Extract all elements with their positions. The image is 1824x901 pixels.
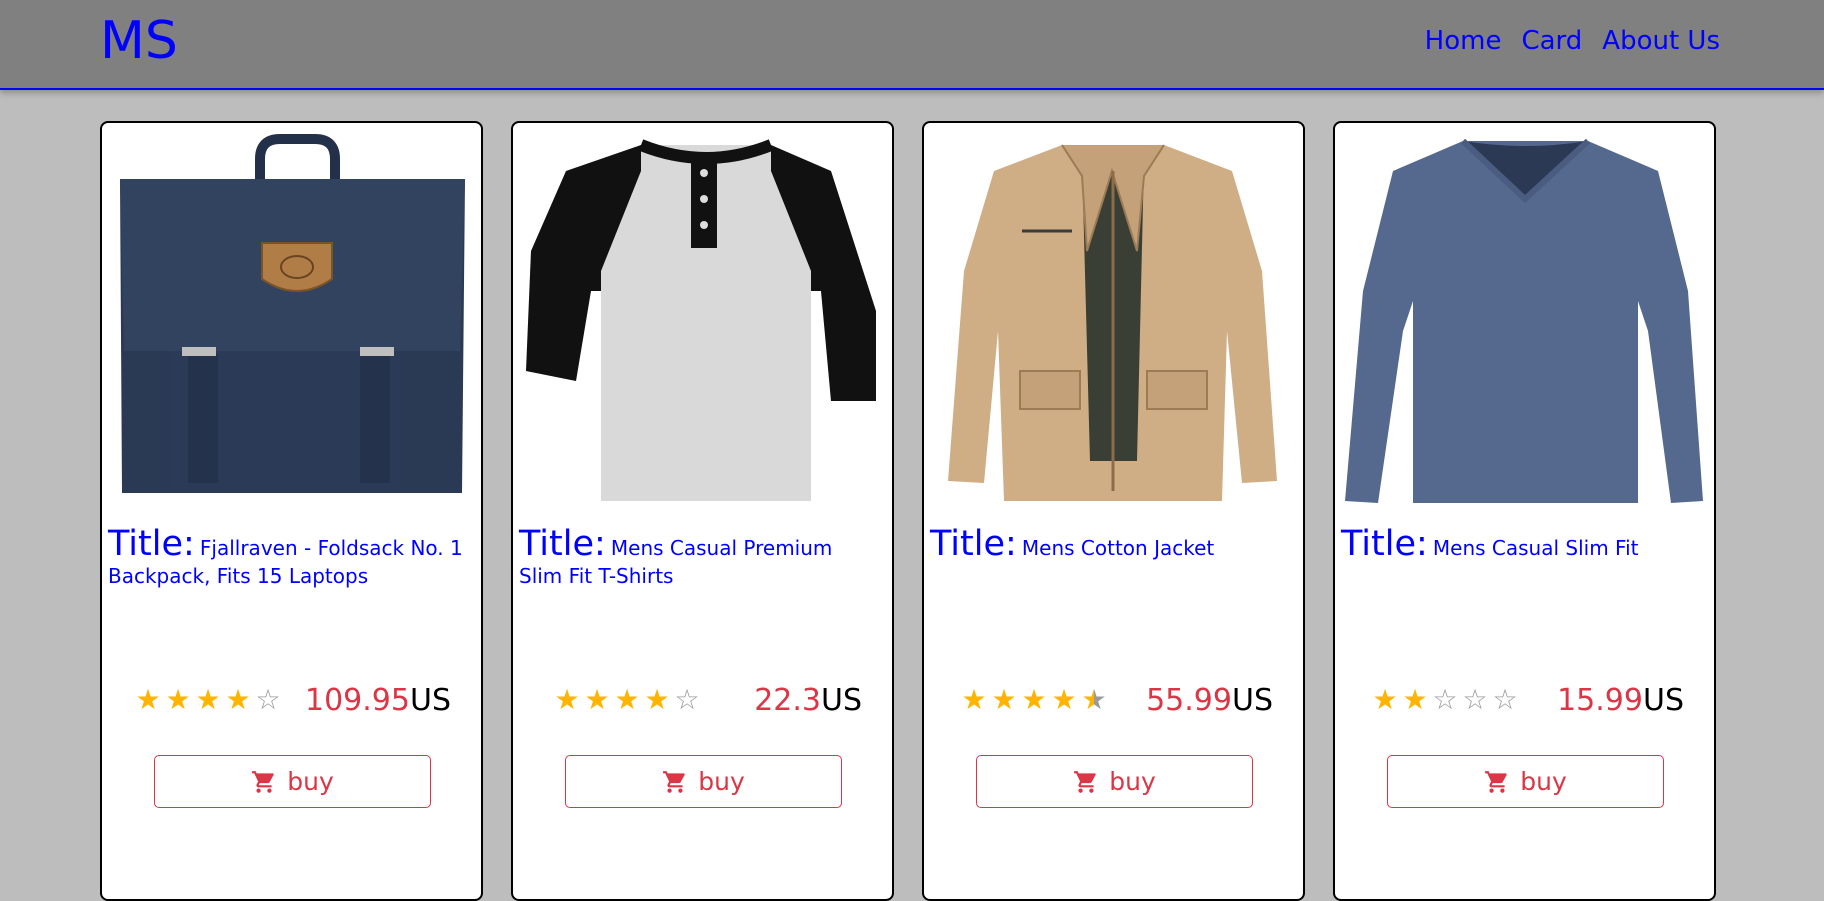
rating-stars: ★ ★ ☆ ☆ ☆ <box>1371 685 1519 715</box>
price-currency: US <box>409 683 451 718</box>
product-title: Title: Mens Casual Slim Fit <box>1341 527 1703 563</box>
buy-label: buy <box>1109 767 1156 796</box>
price-value: 55.99 <box>1146 683 1232 718</box>
star-full-icon: ★ <box>554 683 580 716</box>
star-full-icon: ★ <box>195 683 221 716</box>
star-full-icon: ★ <box>1021 683 1047 716</box>
cart-icon <box>663 770 685 793</box>
title-text[interactable]: Mens Cotton Jacket <box>1022 536 1214 560</box>
brand-logo[interactable]: MS <box>100 10 178 72</box>
nav-link-home[interactable]: Home <box>1425 22 1502 60</box>
product-title: Title: Fjallraven - Foldsack No. 1 Backp… <box>108 527 470 591</box>
title-label: Title: <box>1341 524 1428 564</box>
product-image-longsleeve <box>1345 138 1703 503</box>
buy-button[interactable]: buy <box>154 755 431 808</box>
price-currency: US <box>820 683 862 718</box>
buy-button[interactable]: buy <box>1387 755 1664 808</box>
product-price: 22.3US <box>754 683 862 719</box>
star-half-icon: ★ <box>1081 683 1107 716</box>
price-value: 109.95 <box>305 683 410 718</box>
star-full-icon: ★ <box>644 683 670 716</box>
star-full-icon: ★ <box>1051 683 1077 716</box>
buy-label: buy <box>1520 767 1567 796</box>
star-full-icon: ★ <box>225 683 251 716</box>
product-image-jacket <box>948 144 1277 501</box>
star-full-icon: ★ <box>135 683 161 716</box>
product-image-tshirt <box>526 139 876 501</box>
product-price: 109.95US <box>305 683 451 719</box>
star-full-icon: ★ <box>584 683 610 716</box>
buy-button[interactable]: buy <box>976 755 1253 808</box>
nav-links: Home Card About Us <box>1425 22 1720 60</box>
star-empty-icon: ☆ <box>1462 683 1488 716</box>
star-full-icon: ★ <box>614 683 640 716</box>
nav-link-card[interactable]: Card <box>1521 22 1582 60</box>
price-currency: US <box>1642 683 1684 718</box>
title-label: Title: <box>519 524 606 564</box>
star-full-icon: ★ <box>1402 683 1428 716</box>
star-empty-icon: ☆ <box>255 683 281 716</box>
product-title: Title: Mens Casual Premium Slim Fit T-Sh… <box>519 527 881 591</box>
product-card: Title: Mens Casual Slim Fit ★ ★ ☆ ☆ ☆ 15… <box>1333 121 1716 901</box>
price-value: 15.99 <box>1557 683 1643 718</box>
nav-link-about-us[interactable]: About Us <box>1602 22 1720 60</box>
title-label: Title: <box>108 524 195 564</box>
cart-icon <box>1485 770 1507 793</box>
buy-label: buy <box>287 767 334 796</box>
navbar: MS Home Card About Us <box>0 0 1824 90</box>
title-label: Title: <box>930 524 1017 564</box>
price-currency: US <box>1231 683 1273 718</box>
product-card: Title: Mens Casual Premium Slim Fit T-Sh… <box>511 121 894 901</box>
star-full-icon: ★ <box>1372 683 1398 716</box>
rating-stars: ★ ★ ★ ★ ☆ <box>134 685 282 715</box>
buy-label: buy <box>698 767 745 796</box>
cart-icon <box>252 770 274 793</box>
rating-stars: ★ ★ ★ ★ ★ <box>960 685 1108 715</box>
rating-stars: ★ ★ ★ ★ ☆ <box>553 685 701 715</box>
cart-icon <box>1074 770 1096 793</box>
product-card: Title: Fjallraven - Foldsack No. 1 Backp… <box>100 121 483 901</box>
buy-button[interactable]: buy <box>565 755 842 808</box>
product-title: Title: Mens Cotton Jacket <box>930 527 1292 563</box>
star-full-icon: ★ <box>165 683 191 716</box>
star-empty-icon: ☆ <box>1492 683 1518 716</box>
star-empty-icon: ☆ <box>674 683 700 716</box>
product-card: Title: Mens Cotton Jacket ★ ★ ★ ★ ★ 55.9… <box>922 121 1305 901</box>
product-image-backpack <box>120 134 465 493</box>
star-full-icon: ★ <box>961 683 987 716</box>
star-empty-icon: ☆ <box>1432 683 1458 716</box>
product-price: 15.99US <box>1557 683 1684 719</box>
star-full-icon: ★ <box>991 683 1017 716</box>
product-price: 55.99US <box>1146 683 1273 719</box>
title-text[interactable]: Mens Casual Slim Fit <box>1433 536 1639 560</box>
price-value: 22.3 <box>754 683 821 718</box>
